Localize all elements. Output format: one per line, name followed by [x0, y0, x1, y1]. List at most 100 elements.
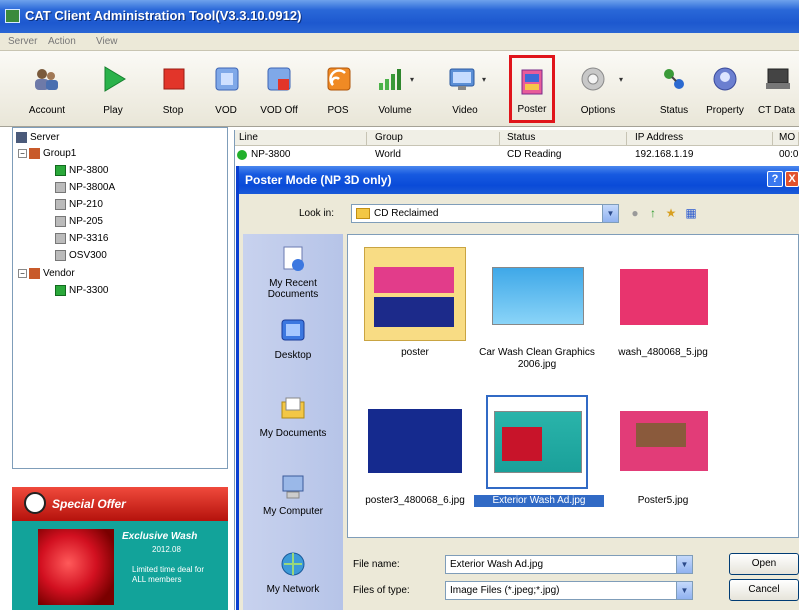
- thumbnail-image: [636, 423, 686, 447]
- options-button[interactable]: ▾ Options: [567, 55, 629, 123]
- file-name-value: Exterior Wash Ad.jpg: [450, 559, 544, 570]
- file-item[interactable]: poster3_480068_6.jpg: [364, 395, 466, 506]
- collapse-icon[interactable]: −: [18, 269, 27, 278]
- my-documents-icon: [281, 397, 305, 419]
- column-header-line[interactable]: Line: [239, 132, 367, 145]
- ct-data-label: CT Data: [757, 105, 796, 116]
- tree-node-device[interactable]: NP-210: [55, 199, 103, 213]
- offer-heading: Exclusive Wash: [122, 531, 198, 542]
- volume-button[interactable]: ▾ Volume: [370, 55, 420, 123]
- app-icon: [5, 9, 20, 23]
- tree-node-server[interactable]: Server: [16, 132, 59, 146]
- file-item-selected[interactable]: Exterior Wash Ad.jpg: [474, 395, 604, 507]
- vod-off-button[interactable]: VOD Off: [256, 55, 302, 123]
- file-name: poster: [401, 347, 429, 358]
- place-desktop[interactable]: Desktop: [243, 316, 343, 361]
- place-label: Desktop: [274, 350, 312, 361]
- volume-label: Volume: [378, 105, 412, 116]
- thumbnail-image: [368, 409, 462, 473]
- offer-body: Exclusive Wash 2012.08 Limited time deal…: [12, 521, 228, 610]
- file-name-label: File name:: [353, 559, 400, 570]
- chevron-down-icon[interactable]: ▼: [602, 205, 618, 222]
- tree-node-device[interactable]: NP-3800: [55, 165, 108, 179]
- places-bar: My Recent Documents Desktop My Documents…: [243, 234, 343, 610]
- view-menu-icon[interactable]: ▦: [683, 205, 699, 221]
- video-dropdown-icon[interactable]: ▾: [482, 75, 486, 84]
- back-icon[interactable]: ●: [627, 205, 643, 221]
- open-button[interactable]: Open: [729, 553, 799, 575]
- vod-button[interactable]: VOD: [206, 55, 246, 123]
- column-header-group[interactable]: Group: [375, 132, 500, 145]
- offer-badge-icon: [24, 492, 46, 514]
- desktop-icon: [281, 319, 305, 341]
- menu-server[interactable]: Server: [8, 36, 37, 47]
- my-computer-icon: [282, 475, 304, 499]
- file-item[interactable]: wash_480068_5.jpg: [612, 247, 714, 358]
- cancel-button[interactable]: Cancel: [729, 579, 799, 601]
- property-label: Property: [706, 105, 744, 116]
- chevron-down-icon[interactable]: ▼: [676, 556, 692, 573]
- video-button[interactable]: ▾ Video: [440, 55, 490, 123]
- help-button[interactable]: ?: [767, 171, 783, 187]
- column-header-ip[interactable]: IP Address: [635, 132, 773, 145]
- table-row[interactable]: NP-3800 World CD Reading 192.168.1.19 00…: [235, 148, 799, 162]
- column-header-mo[interactable]: MO: [779, 132, 799, 145]
- tree-node-device[interactable]: NP-3300: [55, 285, 108, 299]
- thumbnail-image: [374, 267, 454, 293]
- menu-view[interactable]: View: [96, 36, 118, 47]
- thumbnail-image: [492, 267, 584, 325]
- place-my-documents[interactable]: My Documents: [243, 394, 343, 439]
- recent-documents-icon: [283, 246, 304, 271]
- new-folder-icon[interactable]: ★: [663, 205, 679, 221]
- place-my-network[interactable]: My Network: [243, 550, 343, 595]
- offer-subheading: 2012.08: [152, 545, 181, 554]
- place-my-computer[interactable]: My Computer: [243, 472, 343, 517]
- file-item[interactable]: Poster5.jpg: [612, 395, 714, 506]
- file-type-select[interactable]: Image Files (*.jpeg;*.jpg) ▼: [445, 581, 693, 600]
- chevron-down-icon[interactable]: ▼: [676, 582, 692, 599]
- close-button[interactable]: X: [785, 171, 799, 187]
- video-icon: [449, 68, 475, 90]
- device-online-icon: [55, 285, 66, 296]
- tree-node-device[interactable]: NP-205: [55, 216, 103, 230]
- menu-action[interactable]: Action: [48, 36, 76, 47]
- special-offer-panel[interactable]: Special Offer Exclusive Wash 2012.08 Lim…: [12, 487, 228, 610]
- play-icon: [104, 66, 126, 92]
- pos-button[interactable]: POS: [318, 55, 358, 123]
- stop-button[interactable]: Stop: [153, 55, 193, 123]
- tree-node-device[interactable]: NP-3800A: [55, 182, 115, 196]
- file-name-field[interactable]: Exterior Wash Ad.jpg ▼: [445, 555, 693, 574]
- stop-label: Stop: [162, 105, 184, 116]
- account-label: Account: [28, 105, 66, 116]
- look-in-select[interactable]: CD Reclaimed ▼: [351, 204, 619, 223]
- poster-button[interactable]: Poster: [509, 55, 555, 123]
- tree-node-group1[interactable]: − Group1: [18, 148, 76, 162]
- account-button[interactable]: Account: [20, 55, 74, 123]
- ct-data-button[interactable]: CT Data: [754, 55, 799, 123]
- options-dropdown-icon[interactable]: ▾: [619, 75, 623, 84]
- tree-node-device[interactable]: NP-3316: [55, 233, 108, 247]
- folder-icon: [356, 208, 370, 219]
- dialog-title: Poster Mode (NP 3D only): [245, 173, 392, 187]
- status-button[interactable]: Status: [652, 55, 696, 123]
- video-label: Video: [452, 105, 478, 116]
- online-status-icon: [237, 150, 247, 160]
- tree-node-label: Server: [30, 132, 60, 144]
- tree-node-vendor[interactable]: − Vendor: [18, 268, 75, 282]
- server-icon: [16, 132, 27, 143]
- menu-bar: Server Action View: [0, 33, 799, 51]
- vod-off-label: VOD Off: [260, 105, 298, 116]
- file-item[interactable]: Car Wash Clean Graphics 2006.jpg: [479, 247, 595, 370]
- column-header-status[interactable]: Status: [507, 132, 627, 145]
- volume-dropdown-icon[interactable]: ▾: [410, 75, 414, 84]
- place-recent-documents[interactable]: My Recent Documents: [243, 244, 343, 300]
- tree-node-device[interactable]: OSV300: [55, 250, 107, 264]
- file-item[interactable]: poster: [364, 247, 466, 358]
- play-label: Play: [103, 105, 123, 116]
- file-type-value: Image Files (*.jpeg;*.jpg): [450, 585, 560, 596]
- collapse-icon[interactable]: −: [18, 149, 27, 158]
- up-folder-icon[interactable]: ↑: [645, 205, 661, 221]
- property-button[interactable]: Property: [700, 55, 750, 123]
- play-button[interactable]: Play: [93, 55, 133, 123]
- tree-node-label: NP-210: [69, 199, 103, 211]
